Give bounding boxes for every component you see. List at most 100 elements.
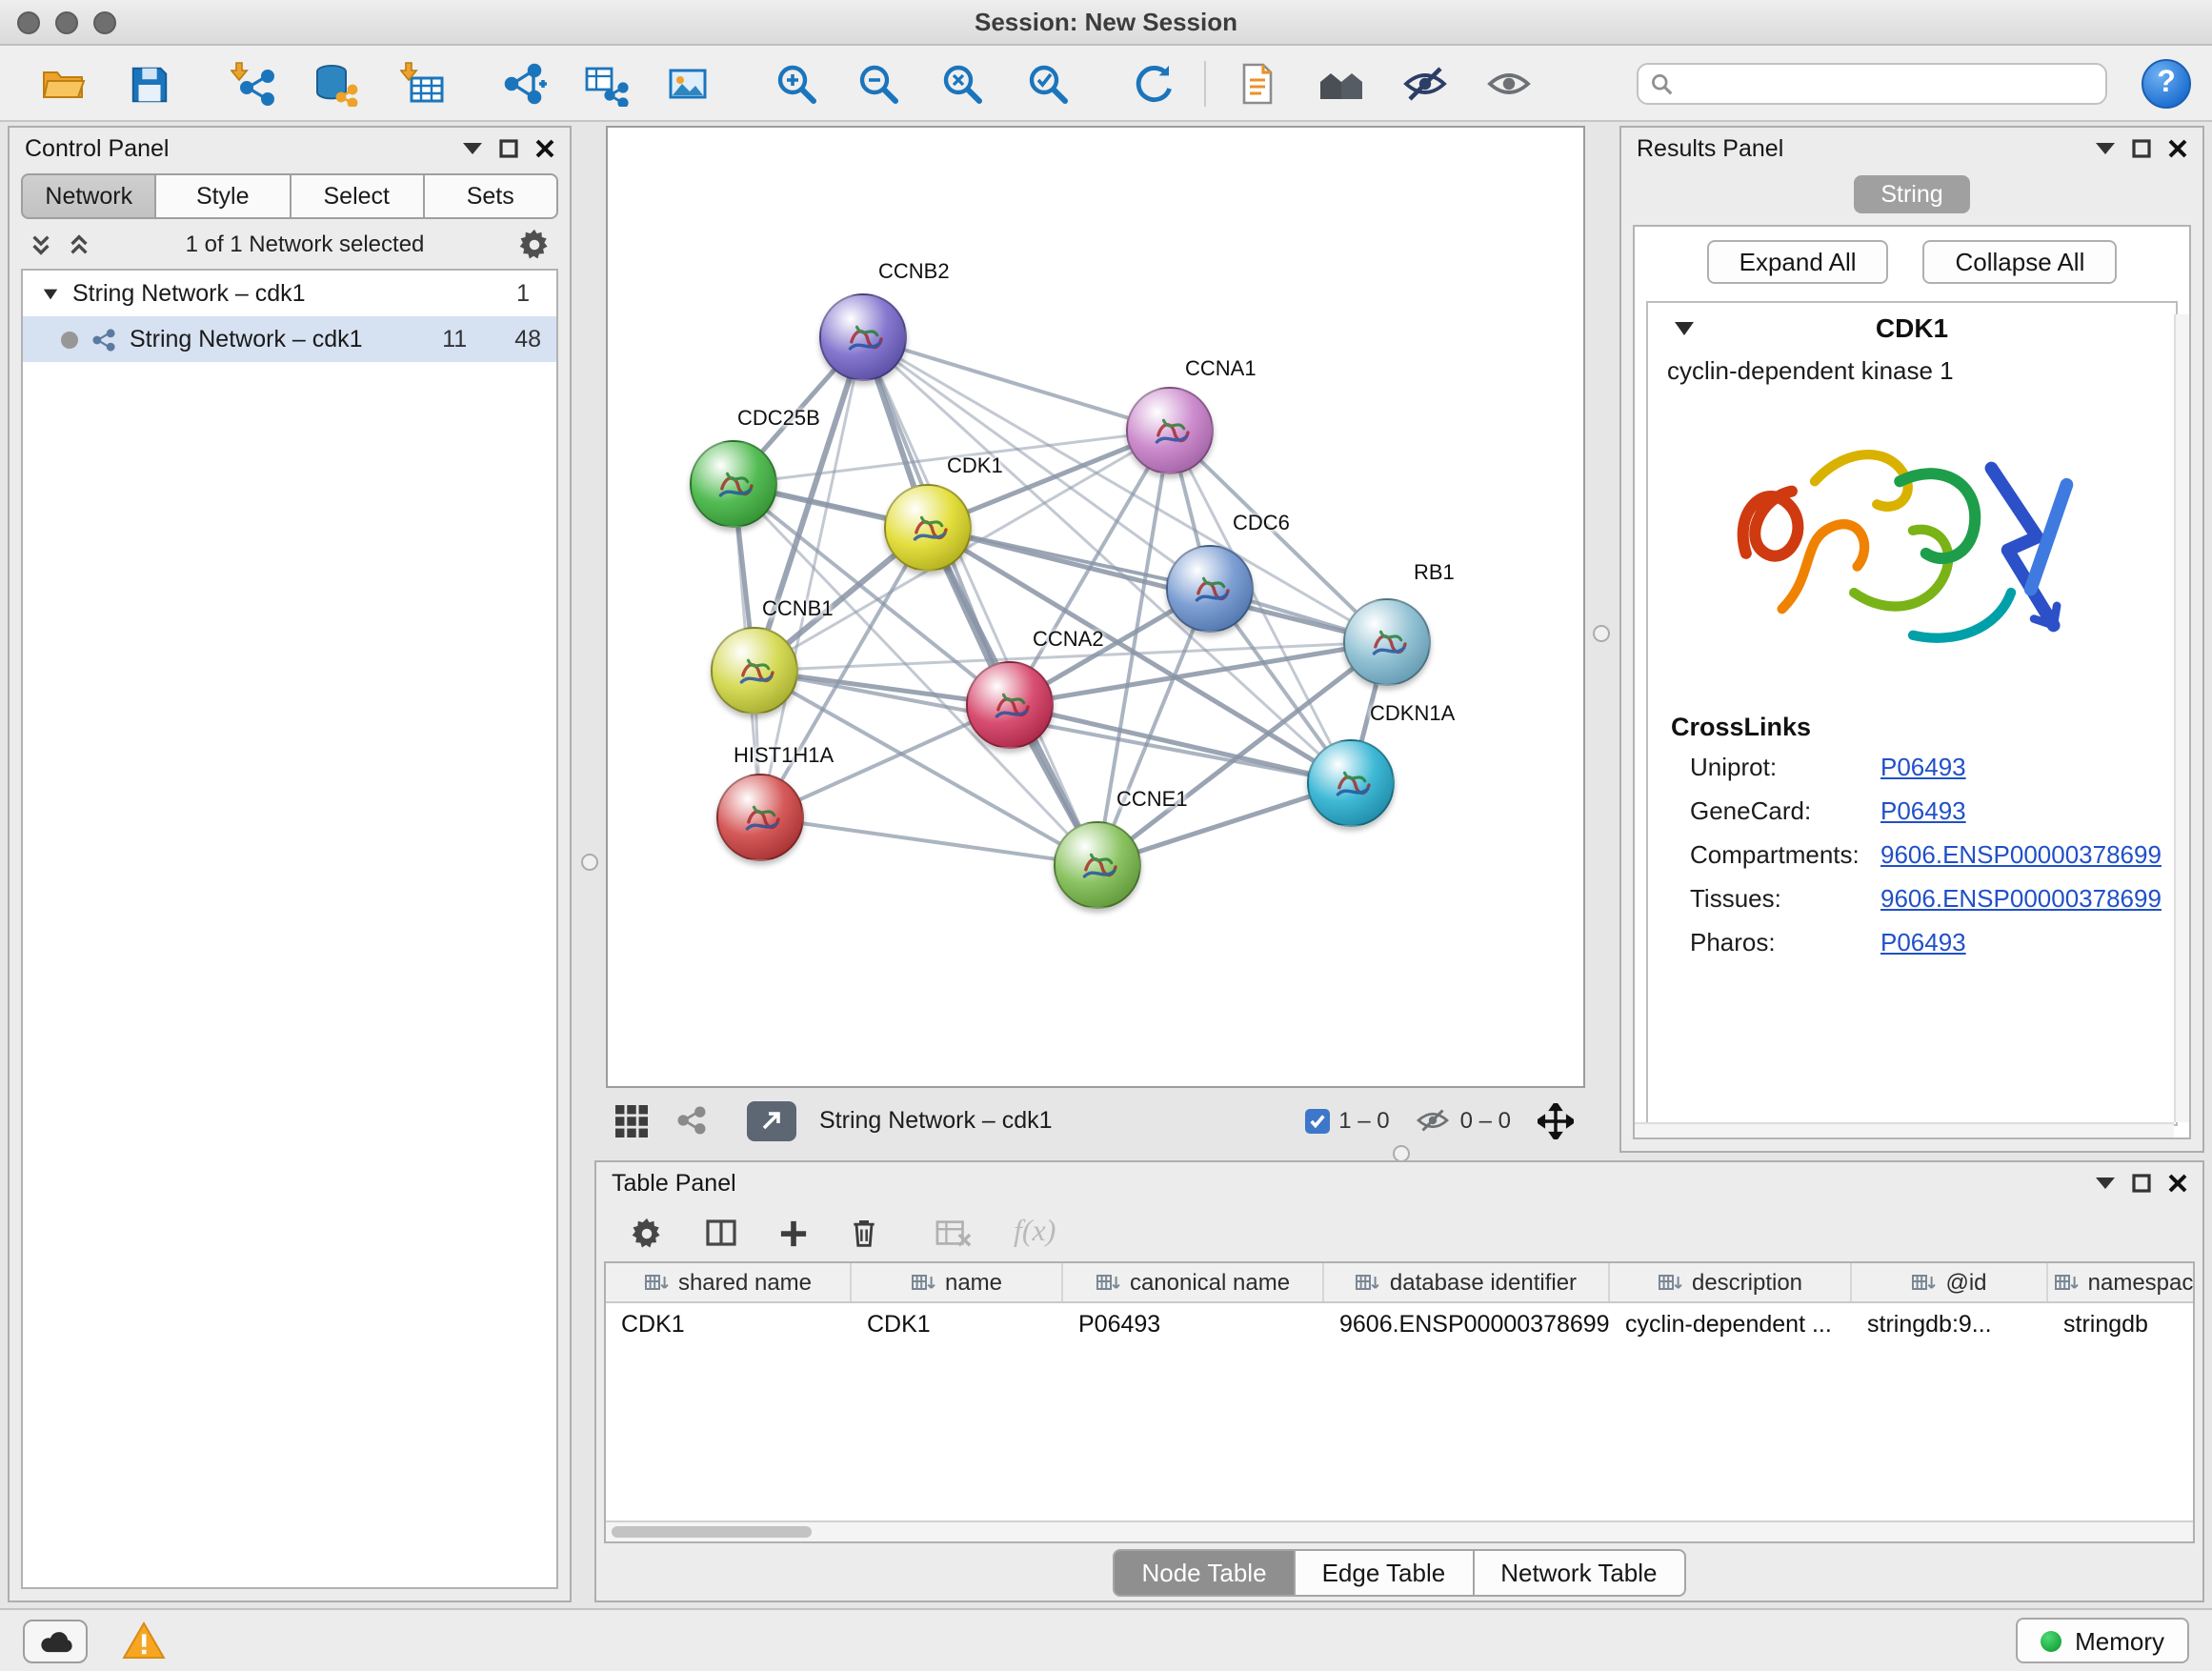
table-horizontal-scrollbar[interactable] <box>606 1520 2193 1541</box>
splitter-handle[interactable] <box>1593 625 1610 642</box>
network-node-CDC25B[interactable] <box>690 440 777 528</box>
network-edge[interactable] <box>863 337 1097 865</box>
zoom-selected-button[interactable] <box>1023 59 1073 109</box>
panel-menu-icon[interactable] <box>2096 1176 2115 1191</box>
network-from-table-button[interactable] <box>581 59 631 109</box>
network-node-CCNA2[interactable] <box>966 661 1054 749</box>
panel-menu-icon[interactable] <box>2096 141 2115 156</box>
zoom-in-button[interactable] <box>772 59 821 109</box>
column-header[interactable]: description <box>1610 1263 1852 1301</box>
panel-menu-icon[interactable] <box>463 141 482 156</box>
network-node-CCNE1[interactable] <box>1054 821 1141 909</box>
network-canvas[interactable]: CCNB2CCNA1CDC25BCDK1CDC6RB1CCNB1CCNA2CDK… <box>606 126 1585 1088</box>
network-node-CDKN1A[interactable] <box>1307 739 1395 827</box>
tab-edge-table[interactable]: Edge Table <box>1294 1548 1475 1596</box>
column-header[interactable]: name <box>852 1263 1063 1301</box>
first-neighbors-button[interactable] <box>1317 59 1366 109</box>
collapse-all-icon[interactable] <box>29 232 53 256</box>
import-network-file-button[interactable] <box>229 59 278 109</box>
export-image-button[interactable] <box>663 59 713 109</box>
float-panel-icon[interactable] <box>2132 1174 2151 1193</box>
network-node-CDC6[interactable] <box>1166 545 1254 633</box>
table-cell[interactable]: stringdb:9... <box>1852 1303 2048 1343</box>
network-collection-row[interactable]: String Network – cdk1 1 <box>23 271 556 316</box>
pan-crosshair-icon[interactable] <box>1538 1102 1574 1138</box>
tab-sets[interactable]: Sets <box>423 173 559 219</box>
tab-string[interactable]: String <box>1854 175 1969 213</box>
import-table-button[interactable] <box>398 59 448 109</box>
zoom-out-button[interactable] <box>854 59 903 109</box>
column-header[interactable]: namespac <box>2048 1263 2195 1301</box>
add-column-icon[interactable] <box>779 1218 808 1247</box>
table-settings-gear-icon[interactable] <box>631 1217 663 1249</box>
network-row-selected[interactable]: String Network – cdk1 11 48 <box>23 316 556 362</box>
birds-eye-view-button[interactable] <box>606 1096 655 1145</box>
gear-icon[interactable] <box>518 228 551 260</box>
network-edge[interactable] <box>863 337 1170 431</box>
network-edge[interactable] <box>1010 705 1351 783</box>
column-header[interactable]: database identifier <box>1324 1263 1610 1301</box>
hide-selected-button[interactable] <box>1400 59 1450 109</box>
network-node-RB1[interactable] <box>1343 598 1431 686</box>
table-cell[interactable]: stringdb <box>2048 1303 2195 1343</box>
delete-column-icon[interactable] <box>850 1218 878 1248</box>
import-network-database-button[interactable] <box>311 59 360 109</box>
table-cell[interactable]: P06493 <box>1063 1303 1324 1343</box>
cloud-button[interactable] <box>23 1619 88 1662</box>
float-panel-icon[interactable] <box>499 139 518 158</box>
memory-button[interactable]: Memory <box>2016 1618 2189 1663</box>
vertical-scrollbar[interactable] <box>2174 314 2189 1122</box>
scrollbar-thumb[interactable] <box>612 1526 812 1538</box>
section-collapse-icon[interactable] <box>1675 319 1694 336</box>
detach-view-button[interactable] <box>747 1100 796 1140</box>
collapse-all-button[interactable]: Collapse All <box>1923 240 2118 284</box>
float-panel-icon[interactable] <box>2132 139 2151 158</box>
network-node-HIST1H1A[interactable] <box>716 774 804 861</box>
tab-node-table[interactable]: Node Table <box>1113 1548 1295 1596</box>
table-cell[interactable]: CDK1 <box>852 1303 1063 1343</box>
search-input[interactable] <box>1682 70 2094 97</box>
new-network-button[interactable] <box>499 59 549 109</box>
expand-all-icon[interactable] <box>67 232 91 256</box>
column-header[interactable]: @id <box>1852 1263 2048 1301</box>
save-session-button[interactable] <box>124 59 173 109</box>
horizontal-scrollbar[interactable] <box>1635 1122 2174 1137</box>
warning-icon[interactable] <box>122 1621 166 1660</box>
table-cell[interactable]: cyclin-dependent ... <box>1610 1303 1852 1343</box>
network-node-CDK1[interactable] <box>884 484 972 572</box>
table-row[interactable]: CDK1 CDK1 P06493 9606.ENSP00000378699 cy… <box>606 1303 2193 1343</box>
show-all-button[interactable] <box>1484 59 1534 109</box>
crosslink-link[interactable]: P06493 <box>1880 928 1966 956</box>
network-edge[interactable] <box>928 528 1387 642</box>
open-session-button[interactable] <box>38 59 88 109</box>
column-header[interactable]: shared name <box>606 1263 852 1301</box>
tab-select[interactable]: Select <box>289 173 425 219</box>
network-node-CCNB1[interactable] <box>711 627 798 715</box>
network-node-CCNA1[interactable] <box>1126 387 1214 474</box>
network-edge[interactable] <box>760 817 1097 865</box>
tab-network-table[interactable]: Network Table <box>1472 1548 1685 1596</box>
network-node-CCNB2[interactable] <box>819 293 907 381</box>
crosslink-link[interactable]: 9606.ENSP00000378699 <box>1880 840 2162 869</box>
tree-collapse-icon[interactable] <box>42 285 59 302</box>
share-network-button[interactable] <box>667 1096 716 1145</box>
document-button[interactable] <box>1233 59 1282 109</box>
column-header[interactable]: canonical name <box>1063 1263 1324 1301</box>
help-button[interactable]: ? <box>2142 59 2191 109</box>
close-panel-icon[interactable] <box>2168 139 2187 158</box>
crosslink-link[interactable]: P06493 <box>1880 753 1966 781</box>
close-panel-icon[interactable] <box>2168 1174 2187 1193</box>
apply-layout-button[interactable] <box>1128 59 1177 109</box>
crosslink-link[interactable]: P06493 <box>1880 796 1966 825</box>
close-panel-icon[interactable] <box>535 139 554 158</box>
crosslink-link[interactable]: 9606.ENSP00000378699 <box>1880 884 2162 913</box>
table-cell[interactable]: CDK1 <box>606 1303 852 1343</box>
tab-network[interactable]: Network <box>21 173 157 219</box>
zoom-fit-button[interactable] <box>937 59 987 109</box>
show-columns-icon[interactable] <box>705 1218 737 1248</box>
tab-style[interactable]: Style <box>155 173 292 219</box>
expand-all-button[interactable]: Expand All <box>1707 240 1889 284</box>
selected-checkbox-icon[interactable] <box>1304 1108 1329 1133</box>
table-cell[interactable]: 9606.ENSP00000378699 <box>1324 1303 1610 1343</box>
splitter-handle[interactable] <box>581 854 598 871</box>
